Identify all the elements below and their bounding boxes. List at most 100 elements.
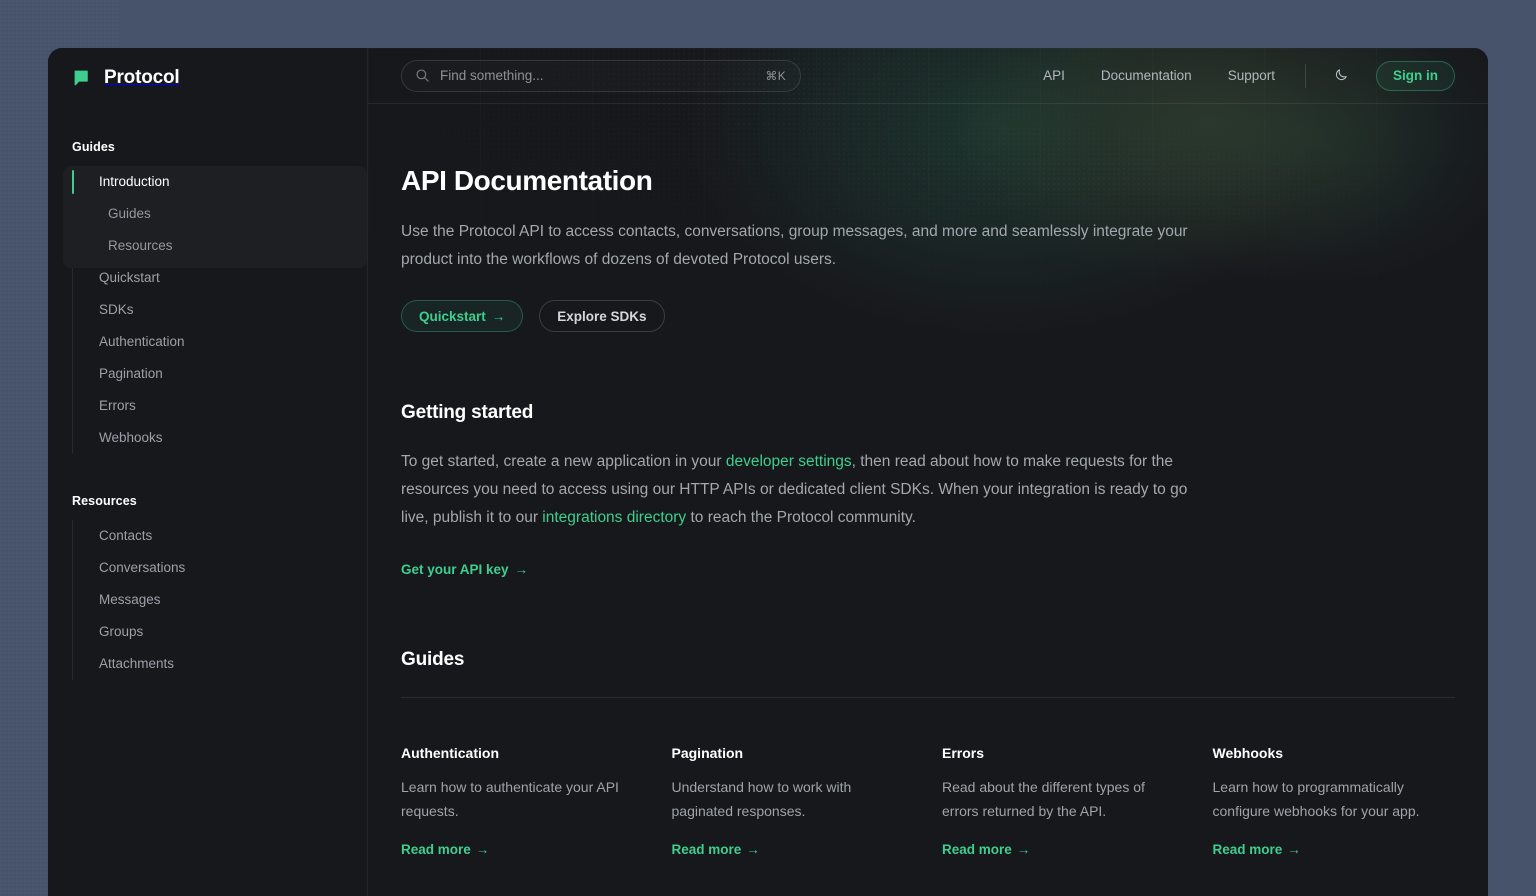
guide-card-webhooks[interactable]: Webhooks Learn how to programmatically c… [1213, 745, 1456, 859]
read-more-label: Read more [942, 842, 1012, 857]
get-api-key-label: Get your API key [401, 562, 509, 577]
search-shortcut-hint: ⌘K [765, 69, 786, 83]
hero-button-row: Quickstart → Explore SDKs [401, 300, 1455, 332]
sidebar-nav-resources: Contacts Conversations Messages Groups A… [72, 520, 343, 680]
guide-card-description: Read about the different types of errors… [942, 775, 1185, 823]
sidebar-item-messages[interactable]: Messages [73, 584, 343, 616]
header-link-api[interactable]: API [1043, 68, 1065, 83]
sidebar-item-errors[interactable]: Errors [73, 390, 343, 422]
integrations-directory-link[interactable]: integrations directory [542, 509, 686, 526]
sidebar-link-quickstart[interactable]: Quickstart [73, 262, 343, 294]
search-placeholder-text: Find something... [440, 68, 755, 83]
header-nav: API Documentation Support [1043, 68, 1275, 83]
search-input[interactable]: Find something... ⌘K [401, 60, 801, 92]
arrow-right-icon: → [492, 309, 506, 324]
getting-started-heading: Getting started [401, 402, 1455, 424]
guide-card-description: Understand how to work with paginated re… [672, 775, 915, 823]
header-link-support[interactable]: Support [1228, 68, 1275, 83]
guides-card-grid: Authentication Learn how to authenticate… [401, 745, 1455, 859]
getting-started-text-1: To get started, create a new application… [401, 453, 726, 470]
sidebar: Protocol Guides Introduction Guides Reso… [48, 48, 368, 896]
sidebar-item-resources[interactable]: Resources [73, 230, 343, 262]
signin-button[interactable]: Sign in [1376, 61, 1455, 91]
sidebar-link-groups[interactable]: Groups [73, 616, 343, 648]
sidebar-nav-guides: Introduction Guides Resources Quickstart… [72, 166, 343, 454]
getting-started-section: Getting started To get started, create a… [401, 402, 1455, 579]
sidebar-item-guides[interactable]: Guides [73, 198, 343, 230]
moon-icon [1334, 67, 1349, 85]
guide-card-read-more-link[interactable]: Read more → [401, 842, 489, 857]
arrow-right-icon: → [515, 562, 529, 577]
top-header: Find something... ⌘K API Documentation S… [368, 48, 1488, 104]
get-api-key-link[interactable]: Get your API key → [401, 562, 528, 577]
header-divider [1305, 64, 1306, 88]
sidebar-link-resources[interactable]: Resources [73, 230, 343, 262]
sidebar-link-introduction[interactable]: Introduction [73, 166, 343, 198]
theme-toggle-button[interactable] [1328, 63, 1354, 89]
sidebar-item-attachments[interactable]: Attachments [73, 648, 343, 680]
sidebar-link-sdks[interactable]: SDKs [73, 294, 343, 326]
arrow-right-icon: → [1017, 842, 1031, 857]
brand-name: Protocol [104, 67, 179, 89]
arrow-right-icon: → [746, 842, 760, 857]
read-more-label: Read more [401, 842, 471, 857]
sidebar-section-guides: Guides Introduction Guides Resources Qui… [72, 140, 343, 454]
speech-bubble-icon [72, 68, 93, 89]
app-window: Protocol Guides Introduction Guides Reso… [48, 48, 1488, 896]
sidebar-link-pagination[interactable]: Pagination [73, 358, 343, 390]
sidebar-section-resources: Resources Contacts Conversations Message… [72, 494, 343, 680]
getting-started-body: To get started, create a new application… [401, 448, 1201, 532]
guide-card-read-more-link[interactable]: Read more → [672, 842, 760, 857]
header-right-cluster: API Documentation Support Sign in [1043, 61, 1455, 91]
getting-started-text-3: to reach the Protocol community. [686, 509, 916, 526]
sidebar-item-introduction[interactable]: Introduction [73, 166, 343, 198]
guide-card-description: Learn how to programmatically configure … [1213, 775, 1456, 823]
guide-card-title: Webhooks [1213, 745, 1456, 761]
guide-card-description: Learn how to authenticate your API reque… [401, 775, 644, 823]
guides-section: Guides Authentication Learn how to authe… [401, 649, 1455, 859]
sidebar-item-groups[interactable]: Groups [73, 616, 343, 648]
sidebar-item-sdks[interactable]: SDKs [73, 294, 343, 326]
sidebar-item-conversations[interactable]: Conversations [73, 552, 343, 584]
guide-card-pagination[interactable]: Pagination Understand how to work with p… [672, 745, 915, 859]
guides-heading: Guides [401, 649, 1455, 671]
sidebar-link-authentication[interactable]: Authentication [73, 326, 343, 358]
quickstart-button[interactable]: Quickstart → [401, 300, 523, 332]
sidebar-section-title-resources: Resources [72, 494, 343, 508]
header-link-documentation[interactable]: Documentation [1101, 68, 1192, 83]
guide-card-errors[interactable]: Errors Read about the different types of… [942, 745, 1185, 859]
guides-divider [401, 697, 1455, 698]
guide-card-authentication[interactable]: Authentication Learn how to authenticate… [401, 745, 644, 859]
sidebar-link-messages[interactable]: Messages [73, 584, 343, 616]
sidebar-item-webhooks[interactable]: Webhooks [73, 422, 343, 454]
guide-card-read-more-link[interactable]: Read more → [1213, 842, 1301, 857]
guide-card-read-more-link[interactable]: Read more → [942, 842, 1030, 857]
page-content: API Documentation Use the Protocol API t… [368, 104, 1488, 896]
sidebar-link-errors[interactable]: Errors [73, 390, 343, 422]
sidebar-link-attachments[interactable]: Attachments [73, 648, 343, 680]
sidebar-link-conversations[interactable]: Conversations [73, 552, 343, 584]
search-icon [415, 68, 430, 83]
sidebar-item-authentication[interactable]: Authentication [73, 326, 343, 358]
guide-card-title: Errors [942, 745, 1185, 761]
arrow-right-icon: → [1287, 842, 1301, 857]
page-title: API Documentation [401, 165, 1455, 197]
page-lede: Use the Protocol API to access contacts,… [401, 218, 1226, 274]
sidebar-item-pagination[interactable]: Pagination [73, 358, 343, 390]
sidebar-item-contacts[interactable]: Contacts [73, 520, 343, 552]
quickstart-button-label: Quickstart [419, 309, 486, 324]
guide-card-title: Pagination [672, 745, 915, 761]
arrow-right-icon: → [476, 842, 490, 857]
read-more-label: Read more [1213, 842, 1283, 857]
brand-logo-link[interactable]: Protocol [72, 48, 343, 104]
main-area: Find something... ⌘K API Documentation S… [368, 48, 1488, 896]
explore-sdks-button[interactable]: Explore SDKs [539, 300, 664, 332]
sidebar-link-contacts[interactable]: Contacts [73, 520, 343, 552]
sidebar-section-title-guides: Guides [72, 140, 343, 154]
read-more-label: Read more [672, 842, 742, 857]
sidebar-link-webhooks[interactable]: Webhooks [73, 422, 343, 454]
developer-settings-link[interactable]: developer settings [726, 453, 852, 470]
guide-card-title: Authentication [401, 745, 644, 761]
sidebar-item-quickstart[interactable]: Quickstart [73, 262, 343, 294]
sidebar-link-guides[interactable]: Guides [73, 198, 343, 230]
